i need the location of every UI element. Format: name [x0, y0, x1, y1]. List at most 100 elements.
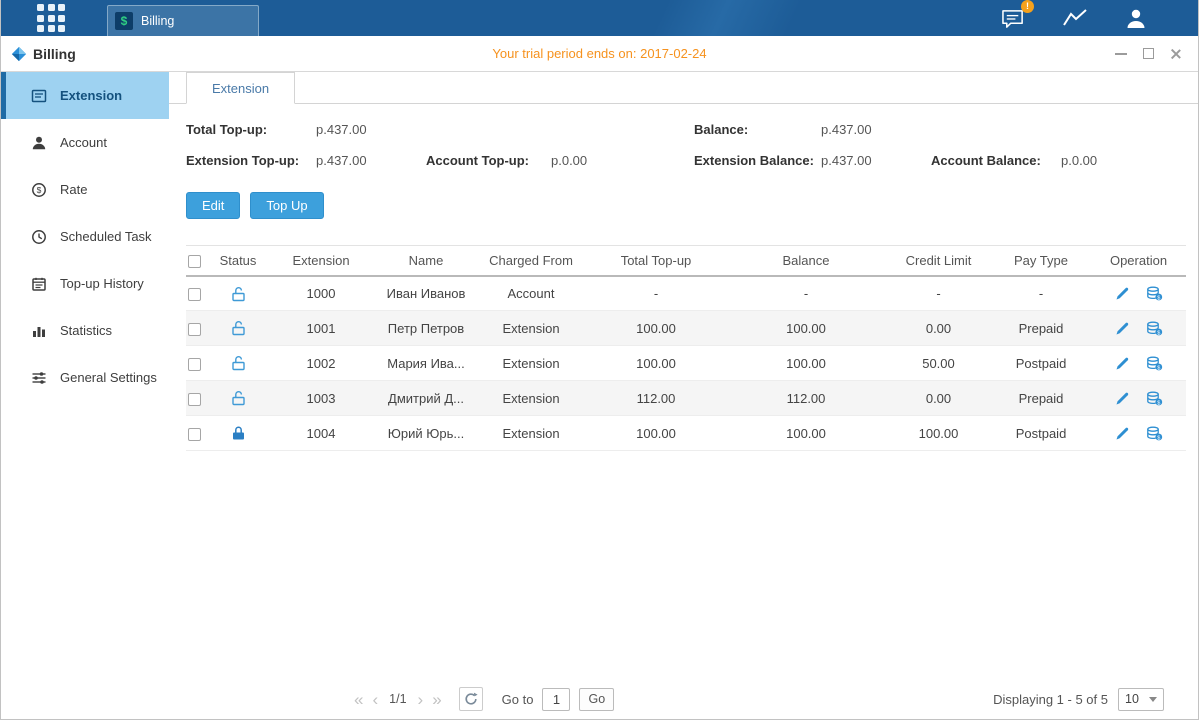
first-page-button[interactable]: « [354, 691, 363, 708]
table-row[interactable]: 1002 Мария Ива... Extension 100.00 100.0… [186, 346, 1186, 381]
status-cell [210, 346, 266, 381]
credit-limit-cell: 50.00 [886, 346, 991, 381]
row-checkbox[interactable] [188, 428, 201, 441]
checkbox-cell [186, 346, 210, 381]
balance-cell: 100.00 [726, 346, 886, 381]
column-header-charged-from: Charged From [476, 246, 586, 276]
edit-button[interactable]: Edit [186, 192, 240, 219]
pay-type-cell: Postpaid [991, 346, 1091, 381]
top-up-icon[interactable]: $ [1146, 426, 1163, 441]
close-icon[interactable] [1170, 48, 1182, 60]
total-topup-cell: 112.00 [586, 381, 726, 416]
top-up-button[interactable]: Top Up [250, 192, 323, 219]
sidebar-item-general-settings[interactable]: General Settings [1, 354, 169, 401]
table-row[interactable]: 1003 Дмитрий Д... Extension 112.00 112.0… [186, 381, 1186, 416]
row-checkbox[interactable] [188, 288, 201, 301]
go-button[interactable]: Go [579, 688, 614, 711]
rate-icon: $ [31, 182, 47, 198]
table-header-row: Status Extension Name Charged From Total… [186, 246, 1186, 276]
name-cell: Петр Петров [376, 311, 476, 346]
chevron-down-icon [1149, 697, 1157, 702]
table-row[interactable]: 1001 Петр Петров Extension 100.00 100.00… [186, 311, 1186, 346]
apps-grid-icon[interactable] [37, 4, 65, 32]
status-cell [210, 381, 266, 416]
minimize-icon[interactable] [1115, 53, 1127, 55]
edit-icon[interactable] [1115, 391, 1130, 406]
top-bar: $ Billing ! [1, 0, 1198, 36]
column-header-name: Name [376, 246, 476, 276]
sidebar-item-extension[interactable]: Extension [1, 72, 169, 119]
sidebar-item-rate[interactable]: $ Rate [1, 166, 169, 213]
name-cell: Юрий Юрь... [376, 416, 476, 451]
select-all-checkbox[interactable] [188, 255, 201, 268]
refresh-button[interactable] [459, 687, 483, 711]
extension-topup-value: p.437.00 [316, 153, 426, 168]
account-balance-value: p.0.00 [1061, 153, 1097, 168]
sidebar-item-label: Rate [60, 182, 87, 197]
goto-label: Go to [502, 692, 534, 707]
edit-icon[interactable] [1115, 426, 1130, 441]
chat-icon[interactable]: ! [1001, 7, 1026, 30]
edit-icon[interactable] [1115, 356, 1130, 371]
goto-page-input[interactable] [542, 688, 570, 711]
operation-cell: $ [1091, 346, 1186, 381]
edit-icon[interactable] [1115, 321, 1130, 336]
statistics-icon [31, 323, 47, 339]
credit-limit-cell: 100.00 [886, 416, 991, 451]
sidebar-item-label: Top-up History [60, 276, 144, 291]
name-cell: Иван Иванов [376, 276, 476, 311]
column-header-extension: Extension [266, 246, 376, 276]
row-checkbox[interactable] [188, 358, 201, 371]
top-up-icon[interactable]: $ [1146, 286, 1163, 301]
displaying-text: Displaying 1 - 5 of 5 [993, 692, 1108, 707]
charged-from-cell: Extension [476, 311, 586, 346]
balance-cell: 100.00 [726, 311, 886, 346]
row-checkbox[interactable] [188, 393, 201, 406]
edit-icon[interactable] [1115, 286, 1130, 301]
account-topup-value: p.0.00 [551, 153, 587, 168]
line-chart-icon[interactable] [1062, 7, 1088, 29]
charged-from-cell: Extension [476, 416, 586, 451]
extension-cell: 1002 [266, 346, 376, 381]
top-up-icon[interactable]: $ [1146, 391, 1163, 406]
scheduled-task-icon [31, 229, 47, 245]
operation-cell: $ [1091, 311, 1186, 346]
column-header-balance: Balance [726, 246, 886, 276]
last-page-button[interactable]: » [432, 691, 441, 708]
extension-balance-value: p.437.00 [821, 153, 931, 168]
total-topup-label: Total Top-up: [186, 122, 316, 137]
billing-logo-icon [11, 46, 27, 62]
top-up-icon[interactable]: $ [1146, 356, 1163, 371]
charged-from-cell: Extension [476, 381, 586, 416]
operation-cell: $ [1091, 416, 1186, 451]
balance-cell: 112.00 [726, 381, 886, 416]
next-page-button[interactable]: › [418, 691, 424, 708]
extension-cell: 1004 [266, 416, 376, 451]
window-controls [1115, 48, 1182, 60]
title-bar: Billing Your trial period ends on: 2017-… [1, 36, 1198, 72]
account-topup-label: Account Top-up: [426, 153, 551, 168]
page-size-select[interactable]: 10 [1118, 688, 1164, 711]
sidebar-item-topup-history[interactable]: Top-up History [1, 260, 169, 307]
operation-cell: $ [1091, 276, 1186, 311]
table-row[interactable]: 1004 Юрий Юрь... Extension 100.00 100.00… [186, 416, 1186, 451]
sidebar-item-account[interactable]: Account [1, 119, 169, 166]
balance-label: Balance: [694, 122, 821, 137]
sidebar-item-statistics[interactable]: Statistics [1, 307, 169, 354]
notification-badge: ! [1021, 0, 1034, 13]
sidebar-item-label: Extension [60, 88, 122, 103]
row-checkbox[interactable] [188, 323, 201, 336]
extension-cell: 1000 [266, 276, 376, 311]
action-buttons: Edit Top Up [186, 192, 1198, 219]
column-header-status: Status [210, 246, 266, 276]
prev-page-button[interactable]: ‹ [372, 691, 378, 708]
maximize-icon[interactable] [1143, 48, 1154, 59]
sidebar-item-scheduled-task[interactable]: Scheduled Task [1, 213, 169, 260]
top-up-icon[interactable]: $ [1146, 321, 1163, 336]
column-header-select [186, 246, 210, 276]
user-icon[interactable] [1124, 7, 1148, 29]
tab-extension[interactable]: Extension [186, 72, 295, 104]
billing-app-tab[interactable]: $ Billing [107, 5, 259, 36]
table-row[interactable]: 1000 Иван Иванов Account - - - - $ [186, 276, 1186, 311]
sidebar-item-label: General Settings [60, 370, 157, 385]
